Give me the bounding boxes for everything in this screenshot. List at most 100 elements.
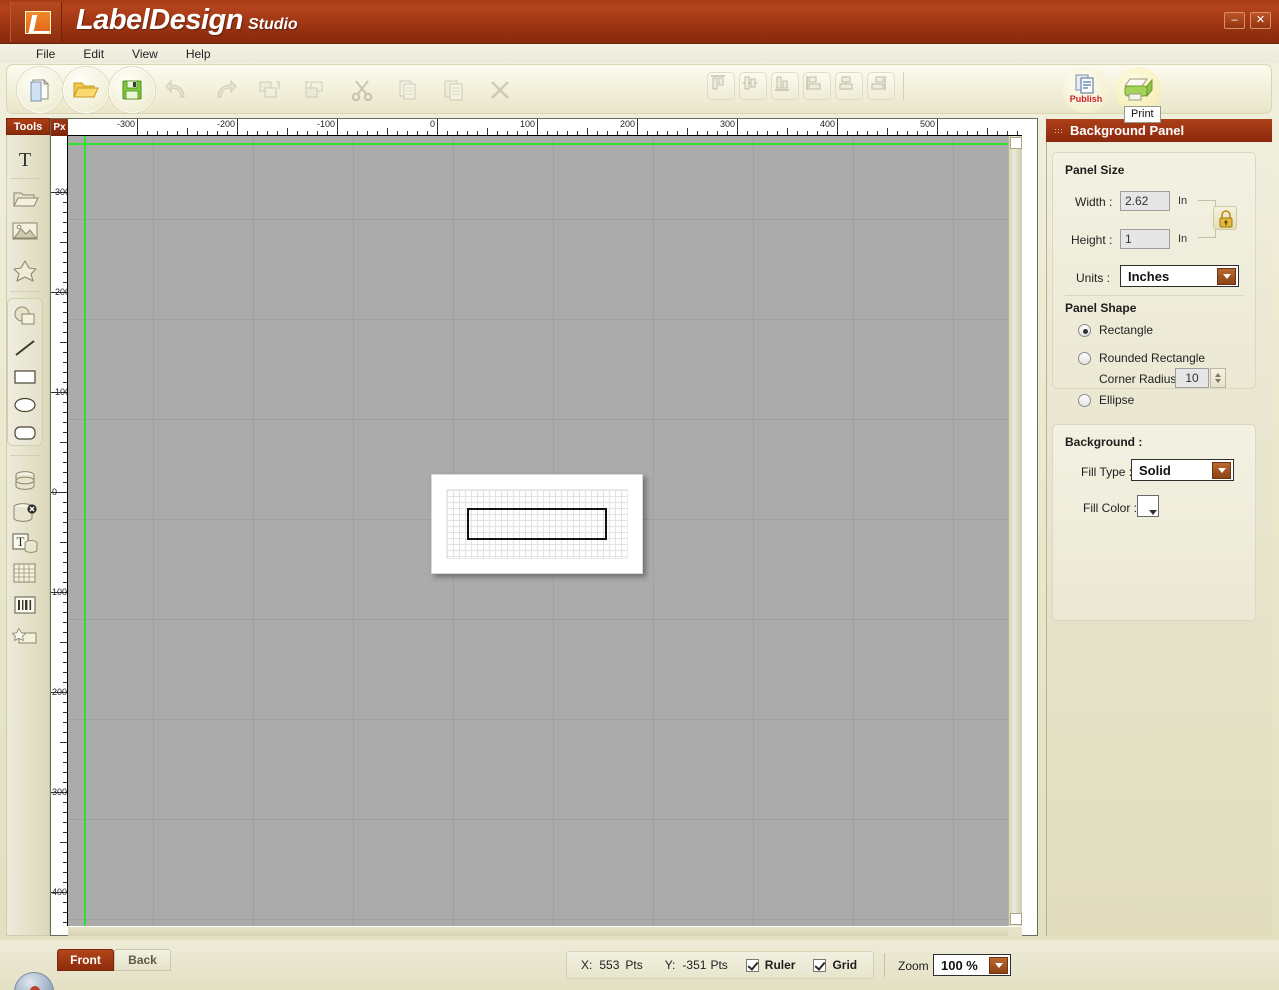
- tool-line[interactable]: [7, 333, 43, 363]
- ruler-minor-tick: [63, 802, 67, 803]
- tool-barcode[interactable]: [7, 590, 43, 620]
- copy-button[interactable]: [385, 67, 431, 113]
- label-page-preview[interactable]: [431, 474, 643, 574]
- tool-image[interactable]: [7, 216, 43, 246]
- menu-item-help[interactable]: Help: [172, 46, 225, 62]
- ruler-minor-tick: [60, 642, 67, 643]
- width-input[interactable]: 2.62: [1120, 191, 1170, 211]
- align-top-button[interactable]: [707, 72, 735, 100]
- ruler-minor-tick: [657, 131, 658, 135]
- tool-database[interactable]: [7, 466, 43, 496]
- radio-rounded-rectangle[interactable]: [1078, 352, 1091, 365]
- align-left-button[interactable]: [803, 72, 831, 100]
- ruler-minor-tick: [63, 332, 67, 333]
- height-input[interactable]: 1: [1120, 229, 1170, 249]
- vertical-guide-line[interactable]: [84, 136, 86, 926]
- fill-color-swatch[interactable]: [1137, 495, 1159, 517]
- delete-button[interactable]: [477, 67, 523, 113]
- redo-button[interactable]: [201, 67, 247, 113]
- chevron-down-icon[interactable]: [989, 957, 1008, 974]
- cut-button[interactable]: [339, 67, 385, 113]
- menu-item-file[interactable]: File: [22, 46, 69, 62]
- ruler-checkbox[interactable]: [745, 958, 759, 972]
- vertical-scrollbar[interactable]: [1008, 136, 1022, 926]
- y-coordinate-value: -351: [682, 958, 707, 972]
- horizontal-scrollbar[interactable]: [68, 927, 1008, 936]
- new-document-button[interactable]: [17, 67, 63, 113]
- background-group-title: Background :: [1065, 435, 1143, 449]
- units-select[interactable]: Inches: [1120, 265, 1239, 287]
- vertical-ruler[interactable]: -300 -200 -100 0 100 200 300 400: [51, 136, 68, 926]
- ruler-minor-tick: [63, 482, 67, 483]
- publish-label: Publish: [1069, 94, 1103, 104]
- radio-rectangle[interactable]: [1078, 324, 1091, 337]
- ruler-minor-tick: [887, 128, 888, 135]
- ruler-minor-tick: [63, 462, 67, 463]
- tool-clipart[interactable]: [7, 256, 43, 286]
- align-middle-icon: [743, 76, 757, 90]
- tool-special[interactable]: [7, 622, 43, 652]
- tab-back[interactable]: Back: [114, 949, 171, 971]
- scroll-up-button[interactable]: [1010, 137, 1022, 149]
- menu-item-edit[interactable]: Edit: [69, 46, 118, 62]
- ruler-minor-tick: [63, 882, 67, 883]
- tool-ellipse[interactable]: [7, 390, 43, 420]
- tool-rectangle[interactable]: [7, 362, 43, 392]
- publish-button[interactable]: Publish: [1063, 67, 1109, 113]
- ruler-minor-tick: [977, 131, 978, 135]
- bring-to-front-button[interactable]: [247, 67, 293, 113]
- ruler-minor-tick: [63, 432, 67, 433]
- corner-radius-stepper[interactable]: [1210, 368, 1226, 388]
- tab-front[interactable]: Front: [57, 949, 114, 971]
- ruler-minor-tick: [197, 131, 198, 135]
- chevron-down-icon[interactable]: [1217, 268, 1236, 285]
- paste-button[interactable]: [431, 67, 477, 113]
- ruler-minor-tick: [587, 128, 588, 135]
- align-center-button[interactable]: [835, 72, 863, 100]
- tool-open-object[interactable]: [7, 184, 43, 214]
- ruler-tick-label: 300: [52, 787, 68, 797]
- grid-checkbox[interactable]: [813, 958, 827, 972]
- scroll-down-button[interactable]: [1010, 913, 1022, 925]
- ruler-minor-tick: [777, 131, 778, 135]
- align-right-button[interactable]: [867, 72, 895, 100]
- label-rectangle-shape[interactable]: [467, 508, 607, 540]
- ruler-unit-corner[interactable]: Px: [51, 119, 68, 136]
- horizontal-ruler[interactable]: -300 -200 -100 0 100 200 300 400 500: [68, 119, 1022, 136]
- save-button[interactable]: [109, 67, 155, 113]
- send-to-back-button[interactable]: [293, 67, 339, 113]
- tool-text[interactable]: T: [7, 144, 43, 174]
- tool-divider: [10, 455, 40, 456]
- tool-table[interactable]: [7, 558, 43, 588]
- design-surface[interactable]: [68, 136, 1022, 926]
- tool-shapes[interactable]: [7, 302, 43, 332]
- tool-database-text[interactable]: T: [7, 528, 43, 558]
- ruler-minor-tick: [307, 131, 308, 135]
- open-file-button[interactable]: [63, 67, 109, 113]
- align-bottom-button[interactable]: [771, 72, 799, 100]
- corner-radius-input[interactable]: 10: [1175, 368, 1209, 388]
- tool-database-remove[interactable]: [7, 498, 43, 528]
- minimize-button[interactable]: –: [1224, 12, 1245, 29]
- ruler-minor-tick: [367, 131, 368, 135]
- align-middle-button[interactable]: [739, 72, 767, 100]
- close-button[interactable]: ✕: [1250, 12, 1271, 29]
- chevron-down-icon[interactable]: [1212, 462, 1231, 479]
- stepper-up-icon[interactable]: [1215, 373, 1221, 377]
- fill-type-select[interactable]: Solid: [1131, 459, 1234, 481]
- horizontal-guide-line[interactable]: [68, 143, 1022, 145]
- undo-button[interactable]: [155, 67, 201, 113]
- tool-rounded-rectangle[interactable]: [7, 418, 43, 448]
- ruler-minor-tick: [817, 131, 818, 135]
- lock-aspect-ratio-button[interactable]: [1213, 206, 1237, 230]
- ruler-minor-tick: [257, 131, 258, 135]
- radio-ellipse[interactable]: [1078, 394, 1091, 407]
- zoom-value: 100 %: [941, 958, 978, 973]
- stepper-down-icon[interactable]: [1215, 379, 1221, 383]
- panel-size-title: Panel Size: [1065, 163, 1125, 177]
- canvas-resize-grip[interactable]: [1008, 927, 1022, 936]
- bring-to-front-icon: [259, 81, 280, 98]
- menu-item-view[interactable]: View: [118, 46, 172, 62]
- ruler-tick-label: 500: [919, 119, 935, 129]
- zoom-select[interactable]: 100 %: [933, 954, 1011, 976]
